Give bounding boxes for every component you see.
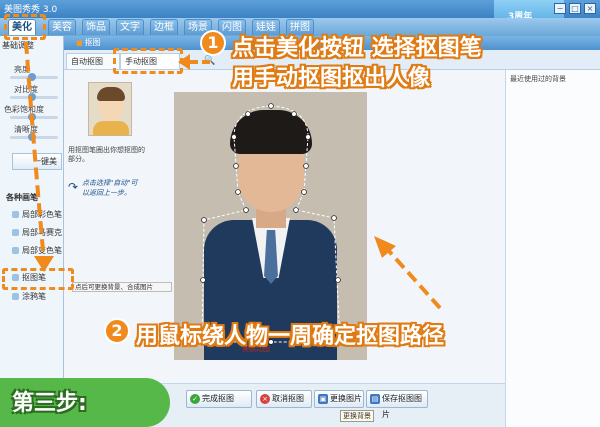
tool-doodle[interactable]: 涂鸦笔 <box>12 291 46 302</box>
save-cutout-label: 保存抠图图片 <box>382 394 422 419</box>
step-1-badge: 1 <box>200 30 226 56</box>
curved-arrow-icon: ↷ <box>68 180 79 194</box>
step-1-line-1: 点击美化按钮 选择抠图笔 <box>232 36 482 61</box>
tab-text[interactable]: 文字 <box>116 19 144 35</box>
tool-partial-color[interactable]: 局部彩色笔 <box>12 209 62 220</box>
step-banner-text: 第三步: <box>12 391 87 416</box>
highlight-beautify-tab <box>4 14 46 40</box>
save-cutout-button[interactable]: ▤ 保存抠图图片 <box>366 390 428 419</box>
tool-mosaic[interactable]: 局部马赛克 <box>12 227 62 238</box>
close-button[interactable]: × <box>584 3 596 14</box>
left-tool-panel: 基础调整 亮度 对比度 色彩饱和度 清晰度 一键美 各种画笔 局部彩色笔 局部马… <box>0 36 64 427</box>
cancel-icon: × <box>260 394 270 404</box>
handwritten-tip: ↷ 点击选择"自动"可以返回上一步。 <box>64 174 146 216</box>
recent-backgrounds-label: 最近使用过的背景 <box>510 75 566 83</box>
app-title-bar: 美图秀秀 3.0 3周年 − □ × <box>0 0 600 34</box>
replace-background-tip: 点后可更换背景、合成图片 <box>72 282 172 292</box>
preview-panel: 用抠图笔圈出你想抠图的部分。 <box>66 76 146 166</box>
replace-image-label: 更换图片 <box>330 394 362 403</box>
step-1-line-2: 用手动抠图抠出人像 <box>232 66 431 91</box>
check-icon: ✓ <box>190 394 200 404</box>
thumbnail-hair <box>97 87 125 101</box>
minimize-button[interactable]: − <box>554 3 566 14</box>
replace-image-button[interactable]: ▣ 更换图片 <box>314 390 364 408</box>
tab-accessories[interactable]: 饰品 <box>82 19 110 35</box>
step-2-text: 用鼠标绕人物一周确定抠图路径 <box>136 324 445 349</box>
slider-knob[interactable] <box>28 93 36 101</box>
brightness-slider[interactable] <box>10 73 58 81</box>
tooltip: 更换背景 <box>340 410 374 422</box>
maximize-button[interactable]: □ <box>569 3 581 14</box>
background-panel: 最近使用过的背景 <box>505 70 600 427</box>
sharpness-slider[interactable] <box>10 133 58 141</box>
thumbnail-shirt <box>93 121 129 135</box>
tool-recolor[interactable]: 局部变色笔 <box>12 245 62 256</box>
finish-cutout-button[interactable]: ✓ 完成抠图 <box>186 390 252 408</box>
slider-knob[interactable] <box>28 113 36 121</box>
highlight-cutout-brush <box>2 268 74 290</box>
cancel-cutout-button[interactable]: × 取消抠图 <box>256 390 312 408</box>
contrast-slider[interactable] <box>10 93 58 101</box>
save-icon: ▤ <box>370 394 380 404</box>
preview-hint: 用抠图笔圈出你想抠图的部分。 <box>68 146 145 163</box>
step-banner: 第三步: <box>0 378 170 427</box>
saturation-slider[interactable] <box>10 113 58 121</box>
one-click-beautify-button[interactable]: 一键美 <box>12 153 62 170</box>
highlight-manual-cutout-tab <box>113 48 183 74</box>
handwritten-tip-text: 点击选择"自动"可以返回上一步。 <box>82 179 138 197</box>
finish-cutout-label: 完成抠图 <box>202 394 234 403</box>
cutout-dialog: 抠图 自动抠图 手动抠图 🔍 用抠图笔圈出你想抠图的部分。 ↷ 点击选择"自动"… <box>64 36 600 427</box>
cancel-cutout-label: 取消抠图 <box>272 394 304 403</box>
basic-adjust-header: 基础调整 <box>2 41 34 50</box>
slider-label-saturation: 色彩饱和度 <box>4 105 44 114</box>
image-icon: ▣ <box>318 394 328 404</box>
example-thumbnail <box>88 82 132 136</box>
step-2-badge: 2 <box>104 318 130 344</box>
zoom-icon[interactable]: 🔍 <box>204 56 215 66</box>
tab-auto-cutout[interactable]: 自动抠图 <box>66 53 120 69</box>
tab-beauty[interactable]: 美容 <box>48 19 76 35</box>
slider-label-brightness: 亮度 <box>14 65 30 74</box>
brush-section-title: 各种画笔 <box>6 193 38 202</box>
slider-knob[interactable] <box>28 73 36 81</box>
dialog-title: 抠图 <box>76 37 101 48</box>
slider-knob[interactable] <box>28 133 36 141</box>
tab-frame[interactable]: 边框 <box>150 19 178 35</box>
